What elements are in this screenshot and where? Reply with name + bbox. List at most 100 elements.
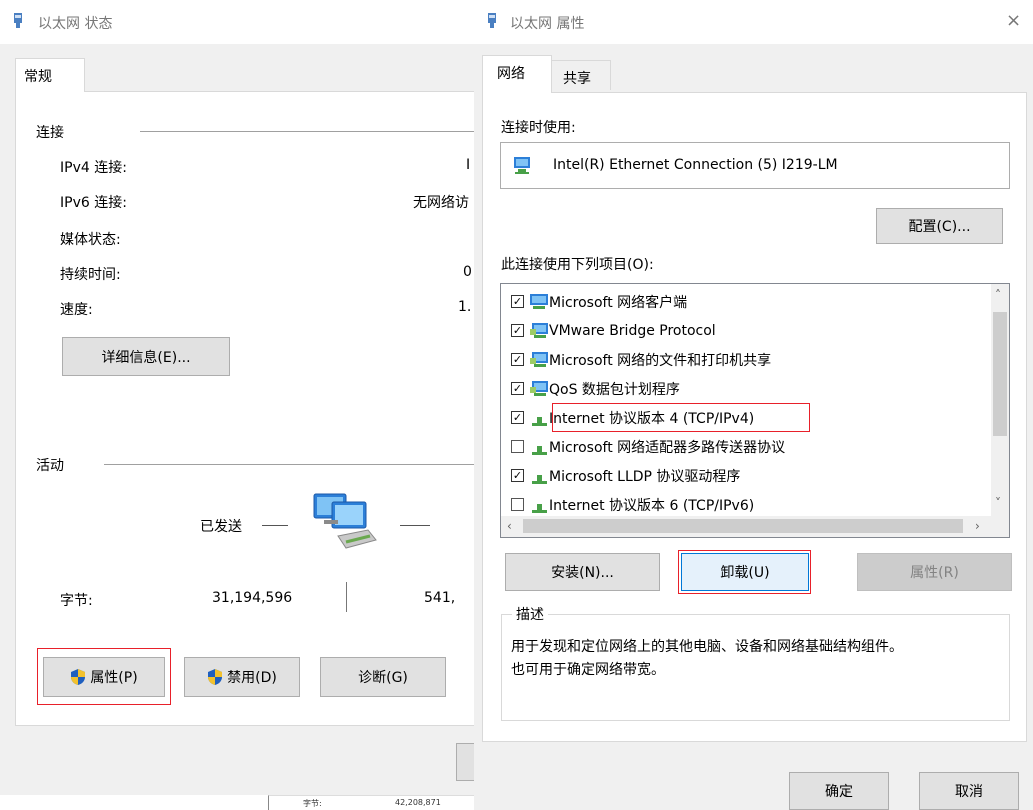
disable-button[interactable]: 禁用(D) (184, 657, 300, 697)
checkbox-checked[interactable]: ✓ (511, 353, 524, 366)
media-state-label: 媒体状态: (60, 232, 121, 248)
close-icon[interactable]: × (1006, 10, 1021, 31)
connect-using-label: 连接时使用: (501, 120, 576, 136)
items-label: 此连接使用下列项目(O): (501, 257, 654, 273)
background-bytes-label: 字节: (303, 799, 322, 808)
details-button-label: 详细信息(E)... (101, 349, 191, 366)
adapter-name: Intel(R) Ethernet Connection (5) I219-LM (553, 157, 838, 173)
scroll-down-icon[interactable]: ˅ (995, 496, 1001, 510)
duration-label: 持续时间: (60, 267, 121, 283)
configure-button-label: 配置(C)... (908, 219, 971, 235)
configure-button[interactable]: 配置(C)... (876, 208, 1003, 244)
protocol-icon (532, 416, 547, 426)
install-button[interactable]: 安装(N)... (505, 553, 660, 591)
details-button[interactable]: 详细信息(E)... (62, 337, 230, 376)
scroll-up-icon[interactable]: ˄ (995, 288, 1001, 302)
tab-network[interactable]: 网络 (482, 55, 552, 93)
bytes-divider (346, 582, 347, 612)
tab-sharing[interactable]: 共享 (551, 60, 611, 90)
general-panel (15, 91, 474, 726)
received-line (400, 525, 430, 526)
properties-button[interactable]: 属性(P) (43, 657, 165, 697)
checkbox-checked[interactable]: ✓ (511, 324, 524, 337)
checkbox-checked[interactable]: ✓ (511, 411, 524, 424)
list-item[interactable]: ✓ Microsoft LLDP 协议驱动程序 (501, 461, 740, 490)
cancel-button-label: 取消 (955, 784, 983, 800)
properties-window: 以太网 属性 × 网络 共享 连接时使用: Intel(R) Ethernet … (474, 0, 1033, 810)
network-service-icon (530, 351, 548, 367)
protocol-icon (532, 445, 547, 455)
scroll-left-icon[interactable]: ‹ (507, 519, 512, 533)
network-computers-icon (313, 493, 377, 549)
vertical-scrollbar[interactable]: ˄ ˅ (991, 284, 1009, 516)
ethernet-icon (488, 13, 496, 28)
connection-divider (140, 131, 474, 132)
network-adapter-icon (514, 157, 530, 174)
network-client-icon (530, 293, 548, 309)
ipv4-label: IPv4 连接: (60, 160, 127, 176)
items-list[interactable]: ✓ Microsoft 网络客户端 ✓ VMware Bridge Protoc… (500, 283, 1010, 538)
ipv6-label: IPv6 连接: (60, 195, 127, 211)
install-button-label: 安装(N)... (551, 565, 614, 581)
connection-heading: 连接 (36, 125, 64, 141)
speed-value: 1. (458, 299, 472, 315)
ok-button-label: 确定 (825, 784, 853, 800)
checkbox-checked[interactable]: ✓ (511, 295, 524, 308)
ethernet-icon (14, 13, 22, 28)
list-item-label: Internet 协议版本 4 (TCP/IPv4) (549, 410, 755, 427)
cancel-button[interactable]: 取消 (919, 772, 1019, 810)
uac-shield-icon (208, 669, 223, 685)
network-service-icon (530, 322, 548, 338)
list-item-label: Microsoft 网络的文件和打印机共享 (549, 352, 772, 369)
disable-button-label: 禁用(D) (227, 670, 277, 686)
tab-general-label: 常规 (24, 69, 52, 85)
hscrollbar-thumb[interactable] (523, 519, 963, 533)
adapter-box: Intel(R) Ethernet Connection (5) I219-LM (500, 142, 1010, 189)
list-item[interactable]: ✓ Microsoft 网络客户端 (501, 287, 687, 316)
horizontal-scrollbar[interactable]: ‹ › (501, 516, 991, 537)
list-item[interactable]: ✓ Internet 协议版本 4 (TCP/IPv4) (501, 403, 754, 432)
tab-general[interactable]: 常规 (15, 58, 85, 92)
properties-window-titlebar[interactable]: 以太网 属性 × (474, 0, 1033, 44)
close-button[interactable] (456, 743, 474, 781)
list-item[interactable]: ✓ VMware Bridge Protocol (501, 316, 716, 345)
list-item[interactable]: ✓ Microsoft 网络的文件和打印机共享 (501, 345, 771, 374)
tab-sharing-label: 共享 (563, 71, 591, 87)
protocol-icon (532, 474, 547, 484)
ok-button[interactable]: 确定 (789, 772, 889, 810)
background-window: 字节: 42,208,871 (268, 795, 474, 810)
status-window-titlebar[interactable]: 以太网 状态 (0, 0, 474, 44)
scrollbar-thumb[interactable] (993, 312, 1007, 436)
ipv6-value: 无网络访 (413, 195, 469, 211)
activity-divider (104, 464, 474, 465)
scroll-right-icon[interactable]: › (975, 519, 980, 533)
bytes-label: 字节: (60, 593, 93, 609)
diagnose-button[interactable]: 诊断(G) (320, 657, 446, 697)
sent-line (262, 525, 288, 526)
protocol-icon (532, 503, 547, 513)
status-window-title: 以太网 状态 (38, 16, 113, 32)
properties-window-title: 以太网 属性 (510, 16, 585, 32)
tab-network-label: 网络 (497, 66, 525, 82)
sent-label: 已发送 (200, 519, 242, 535)
bytes-sent-value: 31,194,596 (212, 590, 293, 606)
bytes-received-value: 541, (424, 590, 456, 606)
checkbox-unchecked[interactable] (511, 498, 524, 511)
checkbox-unchecked[interactable] (511, 440, 524, 453)
list-item[interactable]: ✓ QoS 数据包计划程序 (501, 374, 680, 403)
speed-label: 速度: (60, 302, 93, 318)
checkbox-checked[interactable]: ✓ (511, 382, 524, 395)
activity-heading: 活动 (36, 458, 64, 474)
list-item[interactable]: Microsoft 网络适配器多路传送器协议 (501, 432, 785, 461)
scrollbar-corner (991, 516, 1009, 537)
list-item[interactable]: Internet 协议版本 6 (TCP/IPv6) (501, 490, 754, 519)
uninstall-button[interactable]: 卸载(U) (681, 553, 809, 591)
checkbox-checked[interactable]: ✓ (511, 469, 524, 482)
list-item-label: Microsoft 网络适配器多路传送器协议 (549, 439, 786, 456)
item-properties-button-label: 属性(R) (910, 565, 959, 581)
list-item-label: QoS 数据包计划程序 (549, 381, 680, 398)
description-text-line1: 用于发现和定位网络上的其他电脑、设备和网络基础结构组件。 (511, 639, 903, 655)
list-item-label: Microsoft LLDP 协议驱动程序 (549, 468, 741, 485)
duration-value: 0 (463, 264, 472, 280)
status-window: 以太网 状态 常规 连接 IPv4 连接: I IPv6 连接: 无网络访 媒体… (0, 0, 474, 795)
